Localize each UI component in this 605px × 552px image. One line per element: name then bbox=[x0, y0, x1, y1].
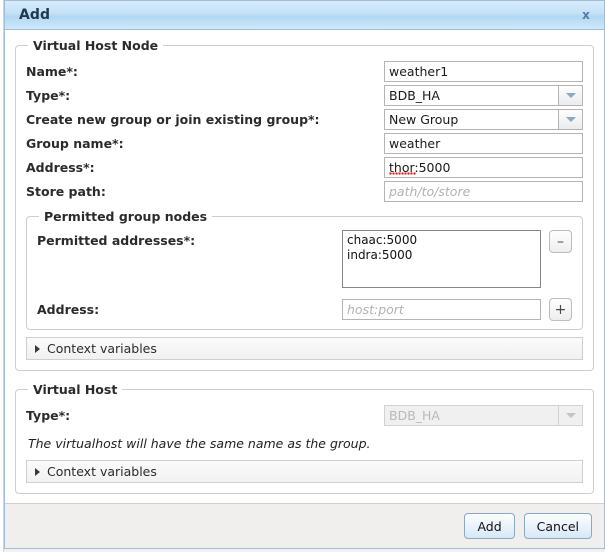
group-mode-label: Create new group or join existing group*… bbox=[26, 112, 320, 127]
permitted-addresses-label: Permitted addresses*: bbox=[37, 230, 195, 248]
group-name-field-wrap bbox=[384, 133, 583, 154]
address-input[interactable] bbox=[384, 157, 583, 178]
vh-type-select: BDB_HA bbox=[384, 405, 583, 426]
row-group-mode: Create new group or join existing group*… bbox=[26, 107, 583, 131]
context-variables-host-label: Context variables bbox=[47, 464, 157, 479]
group-name-input[interactable] bbox=[384, 133, 583, 154]
address-field-wrap bbox=[384, 157, 583, 178]
context-variables-node-toggle[interactable]: Context variables bbox=[26, 337, 583, 360]
context-variables-host-toggle[interactable]: Context variables bbox=[26, 460, 583, 483]
new-address-field-wrap bbox=[342, 299, 541, 320]
vh-type-label: Type*: bbox=[26, 408, 70, 423]
virtual-host-legend: Virtual Host bbox=[28, 382, 122, 397]
vh-type-select-value: BDB_HA bbox=[384, 405, 558, 426]
row-address: Address*: bbox=[26, 155, 583, 179]
type-label: Type*: bbox=[26, 88, 70, 103]
name-field-wrap bbox=[384, 61, 583, 82]
store-path-input[interactable] bbox=[384, 181, 583, 202]
dialog-titlebar: Add x bbox=[5, 1, 604, 30]
dialog-title: Add bbox=[19, 7, 576, 23]
row-new-address: Address: + bbox=[37, 298, 572, 321]
store-path-field-wrap bbox=[384, 181, 583, 202]
screen: Add x Virtual Host Node Name*: Type*: bbox=[0, 0, 605, 552]
context-variables-node-label: Context variables bbox=[47, 341, 157, 356]
group-mode-select[interactable]: New Group bbox=[384, 109, 583, 130]
add-virtual-host-node-dialog: Add x Virtual Host Node Name*: Type*: bbox=[4, 0, 605, 549]
list-item[interactable]: indra:5000 bbox=[347, 248, 536, 263]
list-item[interactable]: chaac:5000 bbox=[347, 233, 536, 248]
row-type: Type*: BDB_HA bbox=[26, 83, 583, 107]
name-input[interactable] bbox=[384, 61, 583, 82]
close-icon[interactable]: x bbox=[576, 5, 596, 25]
remove-address-button[interactable]: – bbox=[549, 230, 572, 253]
permitted-group-nodes-section: Permitted group nodes Permitted addresse… bbox=[26, 209, 583, 330]
row-store-path: Store path: bbox=[26, 179, 583, 203]
vh-type-field-wrap: BDB_HA bbox=[384, 405, 583, 426]
new-address-input[interactable] bbox=[342, 299, 541, 320]
name-label: Name*: bbox=[26, 64, 78, 79]
permitted-group-nodes-legend: Permitted group nodes bbox=[39, 209, 212, 224]
dialog-footer: Add Cancel bbox=[5, 503, 604, 548]
address-label: Address*: bbox=[26, 160, 95, 175]
chevron-right-icon bbox=[35, 468, 40, 476]
virtual-host-node-section: Virtual Host Node Name*: Type*: BDB_HA bbox=[15, 38, 594, 371]
virtual-host-note: The virtualhost will have the same name … bbox=[28, 436, 583, 451]
add-button[interactable]: Add bbox=[464, 513, 514, 539]
group-mode-select-value: New Group bbox=[384, 109, 558, 130]
type-select[interactable]: BDB_HA bbox=[384, 85, 583, 106]
dialog-body: Virtual Host Node Name*: Type*: BDB_HA bbox=[5, 30, 604, 503]
group-name-label: Group name*: bbox=[26, 136, 124, 151]
address-input-wrap bbox=[384, 157, 583, 178]
store-path-label: Store path: bbox=[26, 184, 106, 199]
add-address-button[interactable]: + bbox=[549, 298, 572, 321]
group-mode-field-wrap: New Group bbox=[384, 109, 583, 130]
permitted-addresses-listbox[interactable]: chaac:5000 indra:5000 bbox=[342, 230, 541, 288]
chevron-right-icon bbox=[35, 345, 40, 353]
new-address-label: Address: bbox=[37, 302, 99, 317]
type-field-wrap: BDB_HA bbox=[384, 85, 583, 106]
virtual-host-node-legend: Virtual Host Node bbox=[28, 38, 163, 53]
type-select-value: BDB_HA bbox=[384, 85, 558, 106]
row-vh-type: Type*: BDB_HA bbox=[26, 403, 583, 427]
chevron-down-icon bbox=[558, 405, 583, 426]
virtual-host-section: Virtual Host Type*: BDB_HA The virtualho… bbox=[15, 382, 594, 494]
row-name: Name*: bbox=[26, 59, 583, 83]
row-permitted-addresses: Permitted addresses*: chaac:5000 indra:5… bbox=[37, 230, 572, 288]
chevron-down-icon[interactable] bbox=[558, 85, 583, 106]
cancel-button[interactable]: Cancel bbox=[524, 513, 592, 539]
chevron-down-icon[interactable] bbox=[558, 109, 583, 130]
row-group-name: Group name*: bbox=[26, 131, 583, 155]
